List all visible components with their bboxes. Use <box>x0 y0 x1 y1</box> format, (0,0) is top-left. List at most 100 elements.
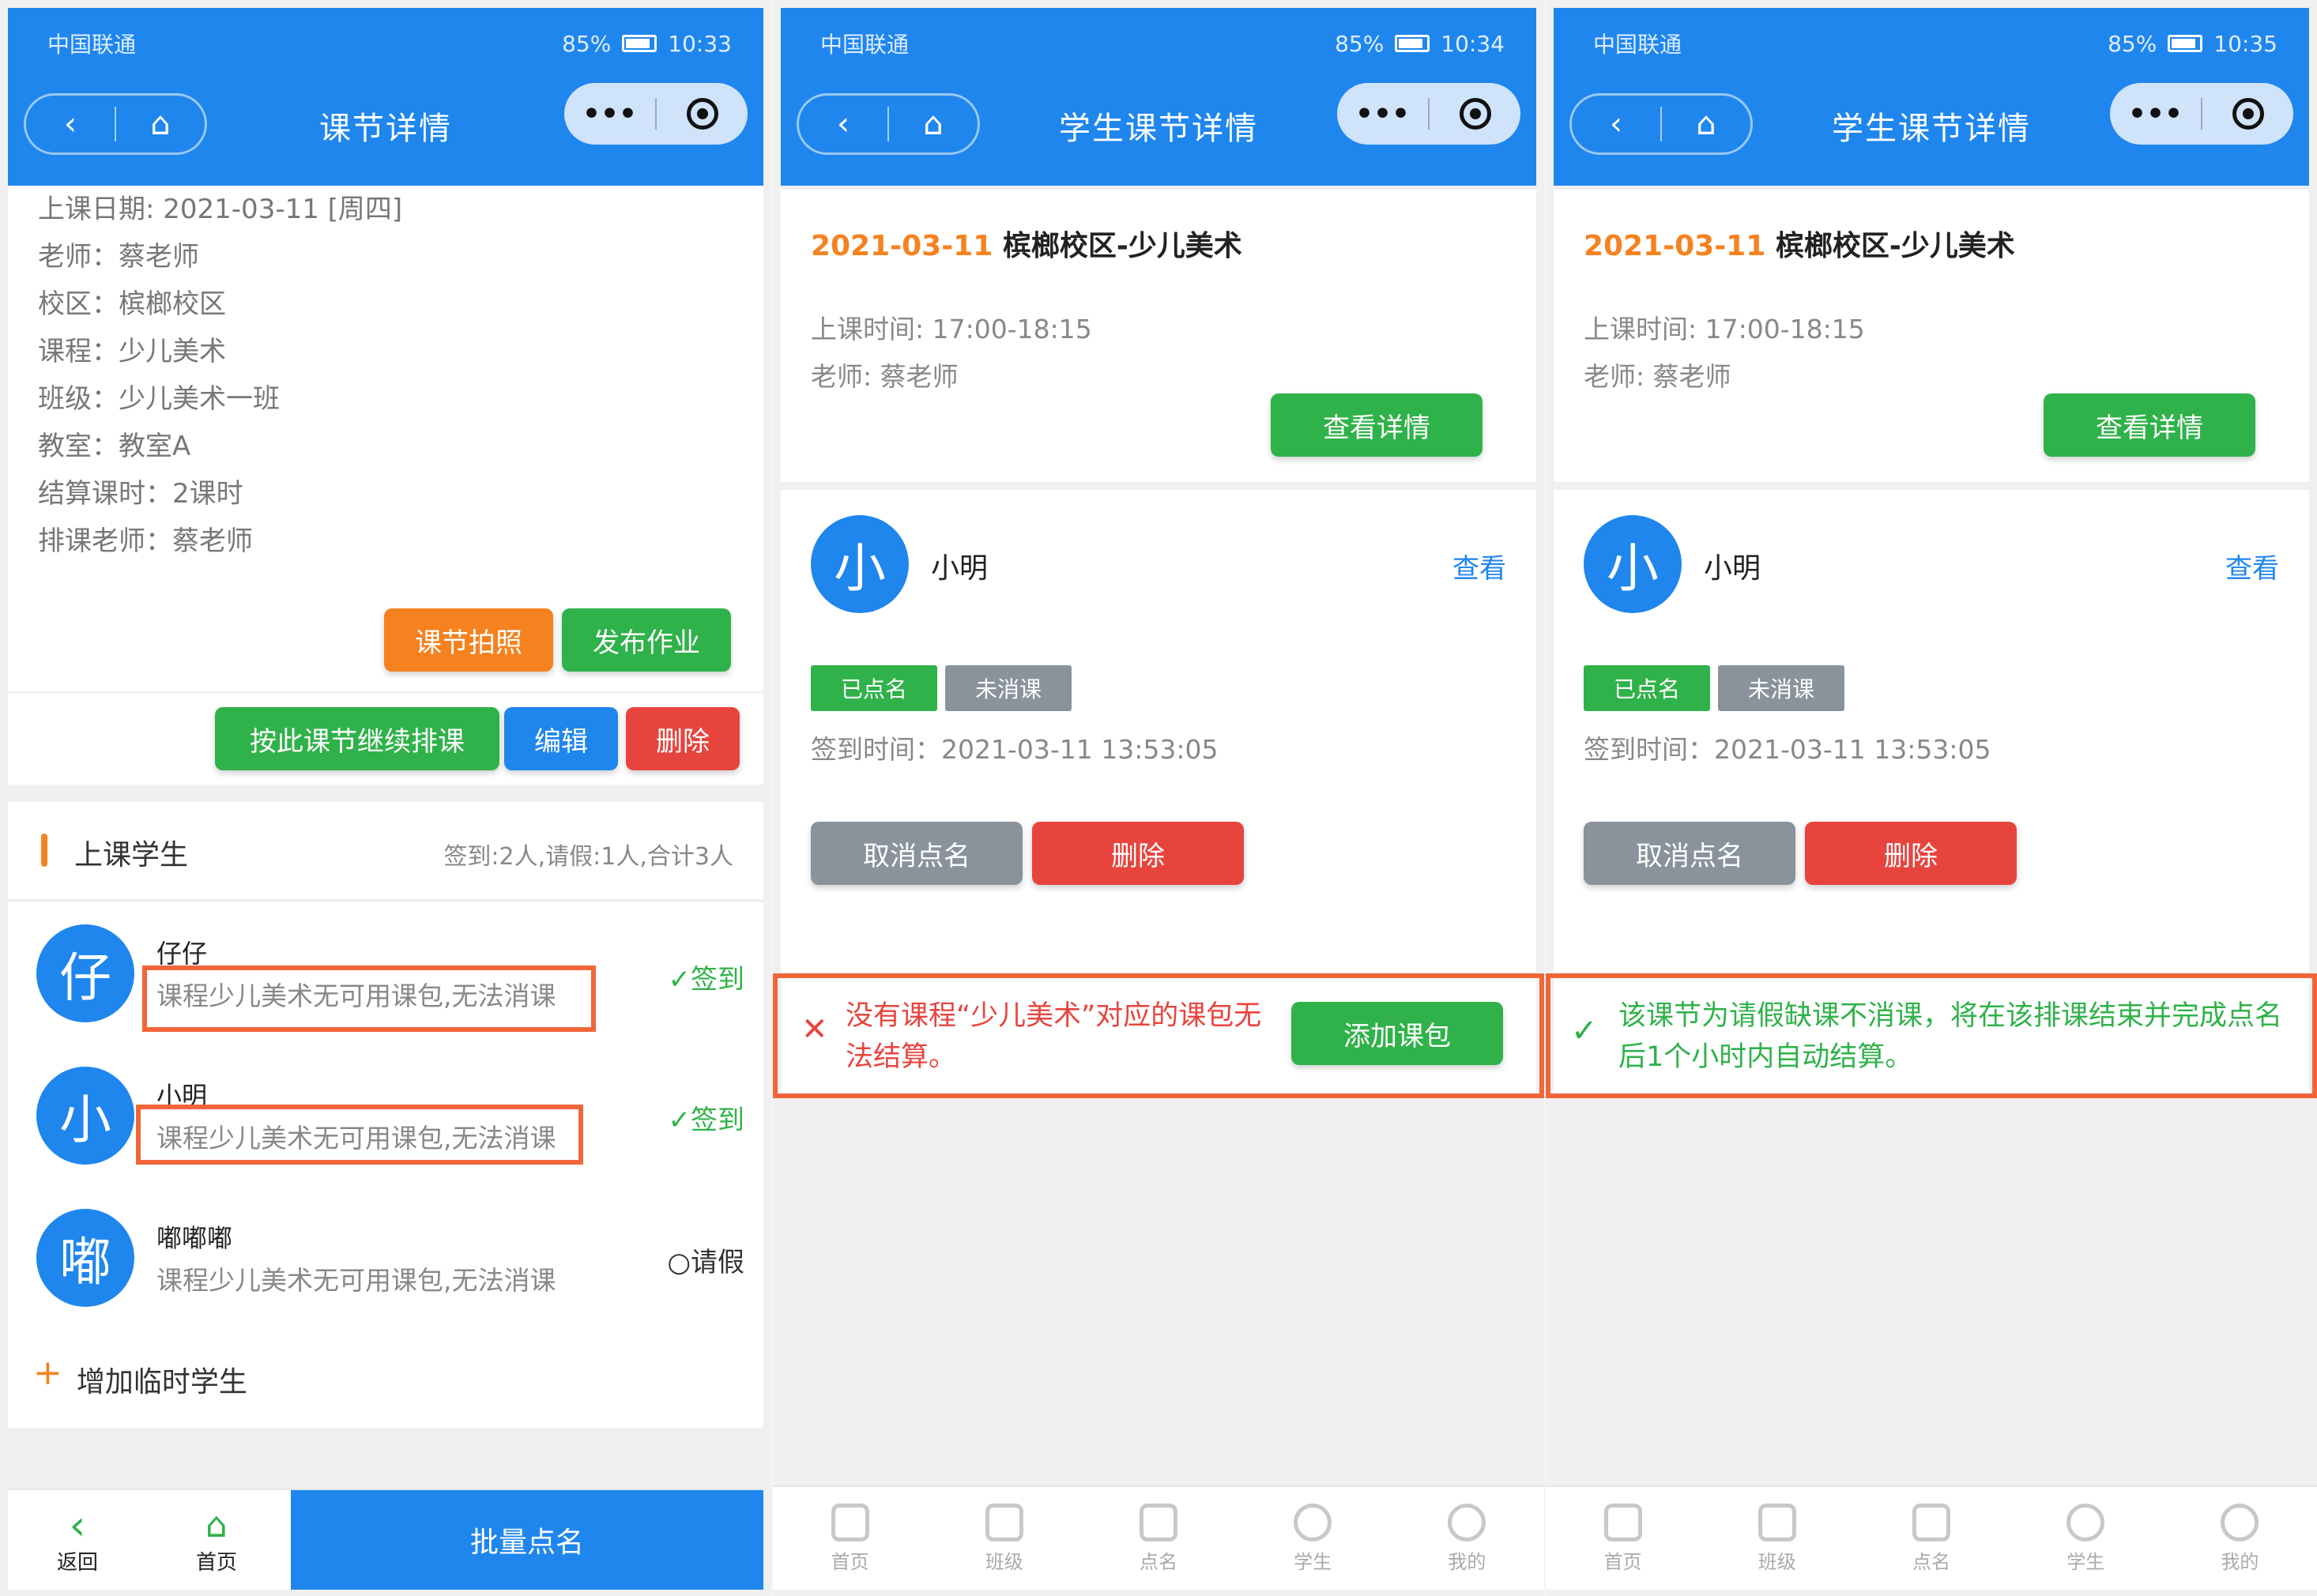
lesson-photo-button[interactable]: 课节拍照 <box>384 608 553 672</box>
tab-label: 点名 <box>1912 1550 1950 1573</box>
status-bar: 中国联通 85% 10:35 <box>1593 24 2277 63</box>
profile-icon <box>1448 1503 1486 1541</box>
tab-class[interactable]: 班级 <box>927 1487 1081 1590</box>
status-badge[interactable]: ○请假 <box>667 1240 744 1279</box>
info-class: 班级：少儿美术一班 <box>38 383 280 415</box>
carrier: 中国联通 <box>1593 32 1682 58</box>
tab-bar: 首页 班级 点名 学生 我的 <box>773 1485 1544 1590</box>
mini-program-capsule: ••• <box>564 83 748 145</box>
student-name: 小明 <box>1704 552 1761 585</box>
tab-student[interactable]: 学生 <box>2009 1487 2163 1590</box>
back-icon: ‹ <box>69 1501 86 1549</box>
lesson-teacher: 老师: 蔡老师 <box>811 361 959 392</box>
rollcall-icon <box>1140 1503 1177 1541</box>
tab-mine[interactable]: 我的 <box>1390 1487 1544 1590</box>
battery-level: 85% <box>2108 30 2157 57</box>
delete-button[interactable]: 删除 <box>626 707 740 770</box>
lesson-date: 2021-03-11 <box>1584 230 1766 262</box>
more-icon[interactable]: ••• <box>1337 83 1428 145</box>
tab-label: 首页 <box>1603 1550 1642 1573</box>
close-target-icon[interactable] <box>2202 83 2293 145</box>
batch-rollcall-button[interactable]: 批量点名 <box>291 1490 763 1590</box>
student-name: 嘟嘟嘟 <box>156 1223 233 1253</box>
tab-class[interactable]: 班级 <box>1700 1487 1854 1590</box>
clock: 10:35 <box>2213 30 2277 57</box>
add-temp-label: 增加临时学生 <box>76 1366 247 1398</box>
cancel-rollcall-button[interactable]: 取消点名 <box>1584 822 1795 885</box>
students-summary: 签到:2人,请假:1人,合计3人 <box>443 843 733 871</box>
lesson-info-list: 上课日期: 2021-03-11 [周四] 老师：蔡老师 校区：槟榔校区 课程：… <box>8 186 763 565</box>
avatar: 仔 <box>36 924 134 1022</box>
view-detail-button[interactable]: 查看详情 <box>2044 393 2255 457</box>
avatar: 小 <box>811 515 909 613</box>
lesson-campus: 槟榔校区-少儿美术 <box>1002 230 1242 262</box>
user-icon <box>1294 1503 1332 1541</box>
status-badge[interactable]: ✓签到 <box>669 958 745 996</box>
view-detail-button[interactable]: 查看详情 <box>1271 393 1483 457</box>
info-date: 上课日期: 2021-03-11 [周四] <box>38 194 403 225</box>
home-icon: ⌂ <box>205 1504 228 1545</box>
home-grid-icon <box>831 1503 869 1541</box>
continue-schedule-button[interactable]: 按此课节继续排课 <box>215 707 499 770</box>
edit-button[interactable]: 编辑 <box>504 707 618 770</box>
screen-student-lesson-detail: 中国联通 85% 10:34 ‹ ⌂ 学生课节详情 ••• 2021-03-11 … <box>773 0 1544 1596</box>
battery-level: 85% <box>1335 30 1385 57</box>
view-link[interactable]: 查看 <box>1452 547 1506 585</box>
delete-button[interactable]: 删除 <box>1805 822 2017 885</box>
tag-called: 已点名 <box>1584 665 1710 711</box>
checkin-time: 签到时间：2021-03-11 13:53:05 <box>1584 734 1991 765</box>
tab-home[interactable]: 首页 <box>1546 1487 1700 1590</box>
avatar: 嘟 <box>36 1209 134 1307</box>
checkin-time: 签到时间：2021-03-11 13:53:05 <box>811 734 1219 765</box>
mini-program-capsule: ••• <box>2110 83 2293 145</box>
mini-program-capsule: ••• <box>1337 83 1520 145</box>
info-scheduler: 排课老师：蔡老师 <box>38 525 253 557</box>
clock: 10:33 <box>668 30 732 57</box>
tag-unsettled: 未消课 <box>945 665 1072 711</box>
header-bar: 中国联通 85% 10:33 ‹ ⌂ 课节详情 ••• <box>8 8 763 186</box>
lesson-campus: 槟榔校区-少儿美术 <box>1775 230 2015 262</box>
close-target-icon[interactable] <box>657 83 748 145</box>
tag-unsettled: 未消课 <box>1718 665 1844 711</box>
clock: 10:34 <box>1441 30 1505 57</box>
tab-label: 我的 <box>1448 1550 1486 1573</box>
more-icon[interactable]: ••• <box>564 83 655 145</box>
bottom-bar: ‹ 返回 ⌂ 首页 批量点名 <box>8 1489 763 1590</box>
highlight-box <box>773 973 1544 1098</box>
lesson-date: 2021-03-11 <box>811 230 993 262</box>
tab-rollcall[interactable]: 点名 <box>1081 1487 1235 1590</box>
tab-bar: 首页 班级 点名 学生 我的 <box>1546 1485 2317 1590</box>
highlight-box <box>1546 973 2317 1098</box>
close-target-icon[interactable] <box>1430 83 1520 145</box>
lesson-time: 上课时间: 17:00-18:15 <box>1584 314 1865 344</box>
student-card: 小 小明 查看 已点名 未消课 签到时间：2021-03-11 13:53:05… <box>1554 490 2309 972</box>
tag-called: 已点名 <box>811 665 937 711</box>
tab-label: 班级 <box>1758 1550 1796 1573</box>
lesson-info-card: 上课日期: 2021-03-11 [周四] 老师：蔡老师 校区：槟榔校区 课程：… <box>8 186 763 691</box>
bottom-back-label: 返回 <box>56 1550 98 1575</box>
add-temp-student[interactable]: + 增加临时学生 <box>33 1356 247 1400</box>
class-grid-icon <box>1758 1503 1796 1541</box>
view-link[interactable]: 查看 <box>2225 547 2279 585</box>
bottom-home[interactable]: ⌂ 首页 <box>147 1490 286 1590</box>
avatar: 小 <box>36 1067 134 1165</box>
info-teacher: 老师：蔡老师 <box>38 241 199 273</box>
delete-button[interactable]: 删除 <box>1032 822 1244 885</box>
tab-rollcall[interactable]: 点名 <box>1854 1487 2008 1590</box>
cancel-rollcall-button[interactable]: 取消点名 <box>811 822 1023 885</box>
tab-label: 我的 <box>2221 1550 2259 1573</box>
status-bar: 中国联通 85% 10:34 <box>820 24 1505 63</box>
tab-student[interactable]: 学生 <box>1236 1487 1390 1590</box>
highlight-box <box>142 966 596 1032</box>
tab-mine[interactable]: 我的 <box>2163 1487 2317 1590</box>
publish-homework-button[interactable]: 发布作业 <box>562 608 731 672</box>
student-note: 课程少儿美术无可用课包,无法消课 <box>156 1265 556 1296</box>
tab-label: 学生 <box>1294 1550 1332 1573</box>
header-bar: 中国联通 85% 10:35 ‹ ⌂ 学生课节详情 ••• <box>1554 8 2309 186</box>
bottom-back[interactable]: ‹ 返回 <box>8 1490 147 1590</box>
info-room: 教室：教室A <box>38 431 191 462</box>
class-grid-icon <box>985 1503 1023 1541</box>
tab-home[interactable]: 首页 <box>773 1487 927 1590</box>
status-badge[interactable]: ✓签到 <box>669 1098 745 1137</box>
more-icon[interactable]: ••• <box>2110 83 2201 145</box>
